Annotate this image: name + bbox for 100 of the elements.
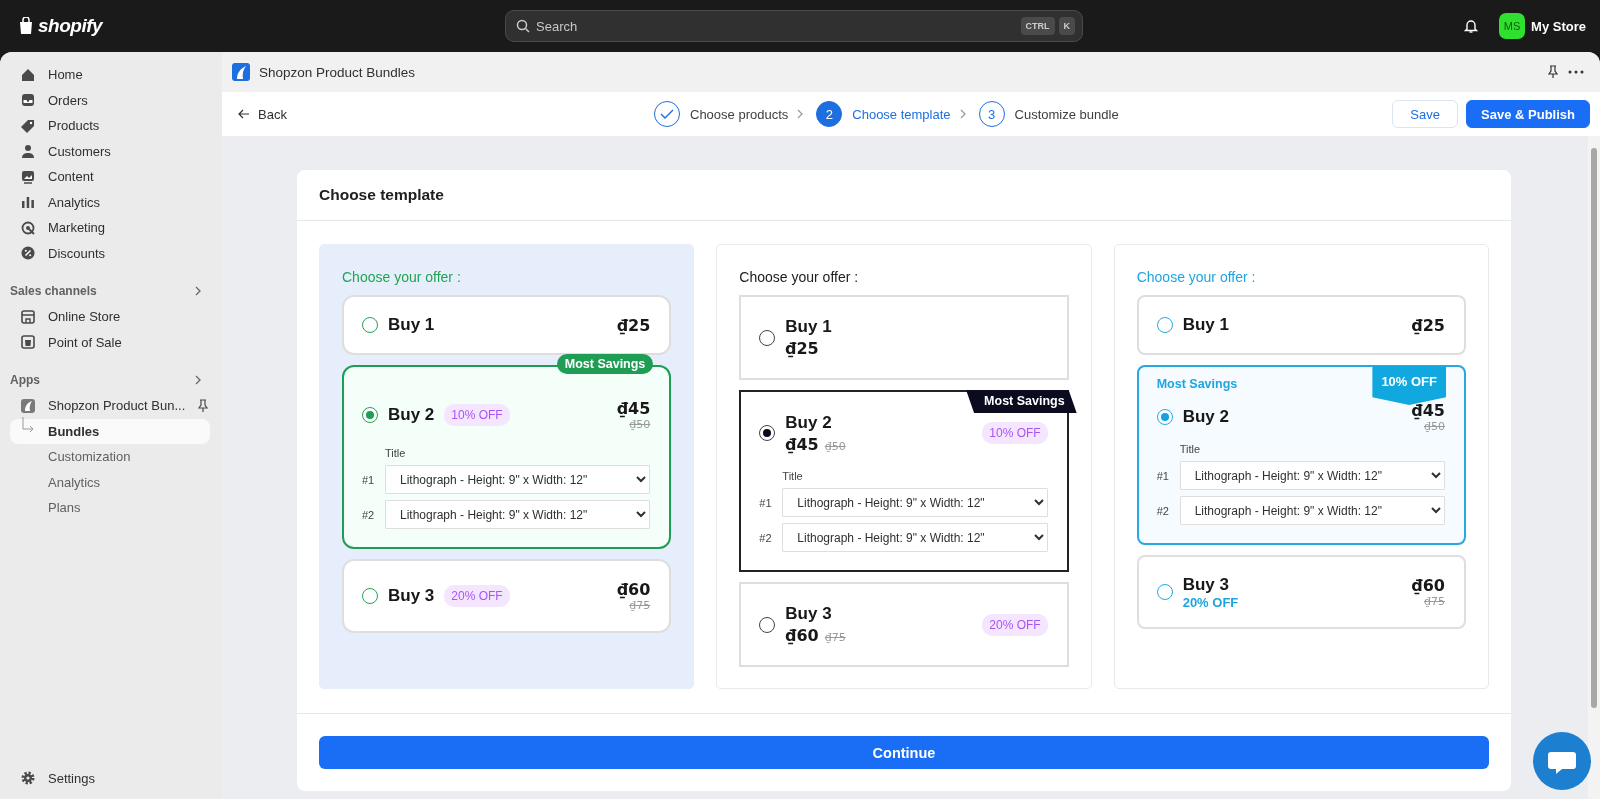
radio-button[interactable] bbox=[362, 407, 378, 423]
nav-item[interactable]: Analytics bbox=[10, 469, 210, 495]
old-price: ₫50 bbox=[1424, 420, 1445, 433]
row-number: #1 bbox=[759, 496, 773, 509]
nav-item[interactable]: Point of Sale bbox=[10, 329, 210, 355]
offer-card[interactable]: Buy 1 ₫25 bbox=[342, 295, 672, 355]
pin-icon[interactable] bbox=[197, 398, 210, 413]
price: ₫25 bbox=[616, 315, 651, 335]
offer-card[interactable]: Buy 1 ₫25 bbox=[1136, 295, 1466, 355]
offer-card[interactable]: Most Savings 10% OFF Buy 2 ₫45 ₫50 Title #1 Lithograph - Height: 9" x Width: 12" #2 Lithograph - Height: 9" x Width: 12" bbox=[1136, 365, 1466, 545]
price: ₫45 bbox=[616, 399, 651, 418]
nav-item[interactable]: Discounts bbox=[10, 240, 210, 266]
nav-item[interactable]: Home bbox=[10, 62, 210, 88]
radio-button[interactable] bbox=[759, 329, 776, 346]
inbox-icon bbox=[20, 92, 36, 109]
store-avatar: MS bbox=[1499, 13, 1526, 39]
radio-button[interactable] bbox=[362, 588, 378, 604]
save-button[interactable]: Save bbox=[1392, 100, 1459, 128]
template-card[interactable]: Choose your offer : Buy 1 ₫25 Most Savings 10% OFF Buy 2 ₫45 ₫50 Title #1 Lithograph - Height: 9" x Width: 12" #2 Lithograph - Height: 9" x Width: 12" Buy 3 20% OFF ₫60 ₫75 bbox=[1113, 244, 1489, 689]
old-price: ₫75 bbox=[824, 631, 846, 644]
offer-card[interactable]: Buy 3 ₫60 ₫75 20% OFF bbox=[739, 582, 1069, 667]
image-icon bbox=[20, 168, 36, 185]
nav-item[interactable]: Analytics bbox=[10, 189, 210, 215]
radio-button[interactable] bbox=[1156, 584, 1173, 600]
bell-icon[interactable] bbox=[1463, 18, 1480, 34]
chevron-right-icon[interactable] bbox=[194, 375, 202, 385]
savings-badge: Most Savings bbox=[556, 354, 654, 374]
price: ₫60 bbox=[1411, 576, 1445, 595]
offer-heading: Choose your offer : bbox=[739, 269, 860, 285]
offer-label: Buy 1 bbox=[1182, 315, 1229, 335]
offer-card[interactable]: Buy 3 20% OFF ₫60 ₫75 bbox=[1136, 555, 1466, 629]
nav-item[interactable]: Shopzon Product Bun... bbox=[10, 393, 210, 419]
tag-icon bbox=[20, 117, 36, 134]
offer-label: Buy 3 bbox=[785, 604, 833, 624]
radio-button[interactable] bbox=[759, 425, 776, 441]
storefront-icon bbox=[20, 308, 36, 325]
variant-select[interactable]: Lithograph - Height: 9" x Width: 12" bbox=[1179, 461, 1445, 490]
variant-select[interactable]: Lithograph - Height: 9" x Width: 12" bbox=[782, 488, 1048, 517]
nav-item[interactable]: Orders bbox=[10, 87, 210, 113]
step[interactable]: 2 Choose template bbox=[816, 101, 951, 127]
offer-label: Buy 1 bbox=[785, 317, 832, 337]
template-card[interactable]: Choose your offer : Buy 1 ₫25 Most Savings Buy 2 10% OFF ₫45 ₫50 Title #1 Lithograph - Height: 9" x Width: 12" #2 Lithograph - Height: 9" x Width: 12" Buy 3 20% OFF ₫60 ₫75 bbox=[319, 244, 695, 689]
offer-label: Buy 2 bbox=[1182, 407, 1229, 427]
field-label: Title bbox=[782, 470, 804, 482]
variant-select[interactable]: Lithograph - Height: 9" x Width: 12" bbox=[385, 500, 651, 529]
variant-select[interactable]: Lithograph - Height: 9" x Width: 12" bbox=[385, 465, 651, 494]
price: ₫60 bbox=[785, 626, 819, 645]
radio-button[interactable] bbox=[759, 616, 776, 633]
nav-item[interactable]: Online Store bbox=[10, 304, 210, 330]
offer-card[interactable]: Buy 1 ₫25 bbox=[739, 295, 1069, 380]
variant-select[interactable]: Lithograph - Height: 9" x Width: 12" bbox=[1179, 496, 1445, 525]
logo-text: shopify bbox=[38, 15, 103, 37]
more-icon[interactable] bbox=[1568, 70, 1584, 74]
app-logo-icon bbox=[232, 63, 250, 81]
target-icon bbox=[20, 219, 36, 236]
person-icon bbox=[20, 143, 36, 160]
nav-item[interactable]: Bundles bbox=[10, 418, 210, 444]
row-number: #2 bbox=[1156, 504, 1170, 517]
chevron-right-icon[interactable] bbox=[194, 286, 202, 296]
template-card[interactable]: Choose your offer : Buy 1 ₫25 Most Savings Buy 2 ₫45 ₫50 10% OFF Title #1 Lithograph - Height: 9" x Width: 12" #2 Lithograph - Height: 9" x Width: 12" Buy 3 ₫60 ₫75 20% OFF bbox=[716, 244, 1092, 689]
nav-item[interactable]: Plans bbox=[10, 495, 210, 521]
variant-select[interactable]: Lithograph - Height: 9" x Width: 12" bbox=[782, 523, 1048, 552]
step[interactable]: Choose products bbox=[654, 101, 789, 127]
search-icon bbox=[516, 19, 530, 33]
store-menu[interactable]: MS My Store bbox=[1499, 13, 1586, 39]
section-heading: Apps bbox=[10, 373, 40, 387]
nav-item[interactable]: Customers bbox=[10, 138, 210, 164]
back-button[interactable]: Back bbox=[234, 102, 654, 126]
radio-button[interactable] bbox=[1156, 409, 1173, 425]
radio-button[interactable] bbox=[362, 317, 378, 333]
row-number: #1 bbox=[362, 473, 375, 486]
offer-heading: Choose your offer : bbox=[1136, 269, 1257, 285]
price: ₫45 bbox=[785, 434, 819, 454]
price: ₫25 bbox=[785, 339, 819, 358]
nav-item[interactable]: Marketing bbox=[10, 215, 210, 241]
discount-badge: 10% OFF bbox=[982, 422, 1048, 444]
offer-card[interactable]: Buy 3 20% OFF ₫60 ₫75 bbox=[342, 559, 672, 633]
nav-item[interactable]: Products bbox=[10, 113, 210, 139]
offer-label: Buy 2 bbox=[388, 405, 435, 425]
scrollbar[interactable] bbox=[1588, 136, 1600, 799]
nav-item[interactable]: Customization bbox=[10, 444, 210, 470]
field-label: Title bbox=[385, 447, 407, 459]
settings-link[interactable]: Settings bbox=[10, 765, 210, 791]
radio-button[interactable] bbox=[1156, 317, 1173, 333]
nav-item[interactable]: Content bbox=[10, 164, 210, 190]
pin-icon[interactable] bbox=[1547, 65, 1559, 79]
old-price: ₫75 bbox=[1424, 595, 1445, 608]
old-price: ₫50 bbox=[629, 418, 651, 431]
percent-badge-icon bbox=[20, 245, 36, 262]
step[interactable]: 3 Customize bundle bbox=[978, 101, 1119, 127]
gear-icon bbox=[20, 770, 36, 787]
offer-heading: Choose your offer : bbox=[342, 269, 462, 285]
discount-badge: 20% OFF bbox=[444, 585, 510, 607]
chat-bubble-icon[interactable] bbox=[1532, 731, 1592, 791]
save-publish-button[interactable]: Save & Publish bbox=[1466, 100, 1590, 128]
row-number: #2 bbox=[362, 508, 375, 521]
offer-label: Buy 3 bbox=[388, 586, 435, 606]
row-number: #2 bbox=[759, 531, 773, 544]
continue-button[interactable]: Continue bbox=[319, 736, 1489, 769]
house-icon bbox=[20, 66, 36, 83]
